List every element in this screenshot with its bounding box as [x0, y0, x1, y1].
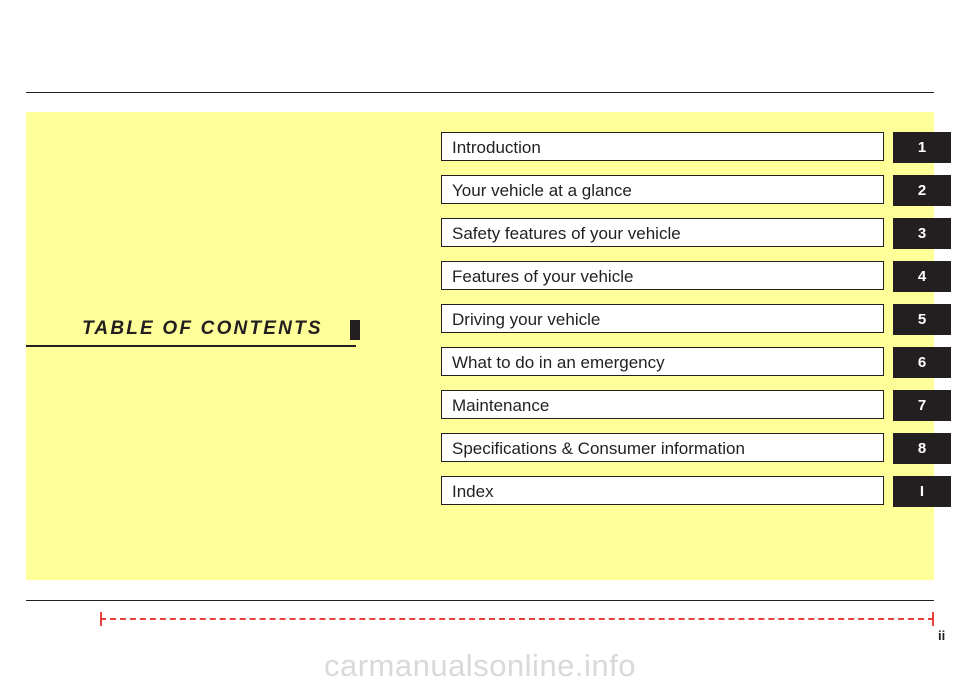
contents-entry-box[interactable]: Features of your vehicle [441, 261, 884, 290]
watermark: carmanualsonline.info [323, 648, 637, 683]
list-item[interactable]: Safety features of your vehicle 3 [441, 218, 951, 249]
manual-page: TABLE OF CONTENTS Introduction 1 Your ve… [0, 0, 960, 689]
page-number: ii [938, 628, 946, 643]
page-title: TABLE OF CONTENTS [82, 318, 323, 339]
contents-entry-box[interactable]: Maintenance [441, 390, 884, 419]
list-item[interactable]: What to do in an emergency 6 [441, 347, 951, 378]
chapter-tab[interactable]: 5 [893, 304, 951, 335]
chapter-tab[interactable]: 3 [893, 218, 951, 249]
list-item[interactable]: Maintenance 7 [441, 390, 951, 421]
list-item[interactable]: Your vehicle at a glance 2 [441, 175, 951, 206]
list-item[interactable]: Driving your vehicle 5 [441, 304, 951, 335]
title-marker [350, 320, 360, 340]
contents-entry-label: Features of your vehicle [452, 267, 634, 286]
contents-entry-label: Maintenance [452, 396, 550, 415]
chapter-tab[interactable]: I [893, 476, 951, 507]
contents-entry-label: Driving your vehicle [452, 310, 601, 329]
chapter-tab[interactable]: 2 [893, 175, 951, 206]
contents-entry-label: What to do in an emergency [452, 353, 665, 372]
contents-entry-box[interactable]: Introduction [441, 132, 884, 161]
contents-entry-box[interactable]: Safety features of your vehicle [441, 218, 884, 247]
chapter-tab[interactable]: 7 [893, 390, 951, 421]
contents-entry-label: Introduction [452, 138, 541, 157]
contents-entry-box[interactable]: What to do in an emergency [441, 347, 884, 376]
chapter-tab[interactable]: 6 [893, 347, 951, 378]
dashed-bar-right-tick [932, 612, 934, 626]
contents-entry-box[interactable]: Index [441, 476, 884, 505]
list-item[interactable]: Features of your vehicle 4 [441, 261, 951, 292]
chapter-tab[interactable]: 8 [893, 433, 951, 464]
contents-entry-box[interactable]: Your vehicle at a glance [441, 175, 884, 204]
contents-entry-label: Specifications & Consumer information [452, 439, 745, 458]
list-item[interactable]: Index I [441, 476, 951, 507]
bottom-rule [26, 600, 934, 601]
contents-entry-box[interactable]: Specifications & Consumer information [441, 433, 884, 462]
top-rule [26, 92, 934, 93]
contents-entry-label: Index [452, 482, 494, 501]
contents-entry-label: Your vehicle at a glance [452, 181, 632, 200]
chapter-tab[interactable]: 1 [893, 132, 951, 163]
chapter-tab[interactable]: 4 [893, 261, 951, 292]
list-item[interactable]: Introduction 1 [441, 132, 951, 163]
dashed-separator [100, 618, 934, 620]
list-item[interactable]: Specifications & Consumer information 8 [441, 433, 951, 464]
title-underline [26, 345, 356, 347]
contents-entry-box[interactable]: Driving your vehicle [441, 304, 884, 333]
contents-entry-label: Safety features of your vehicle [452, 224, 681, 243]
contents-list: Introduction 1 Your vehicle at a glance … [441, 132, 951, 519]
